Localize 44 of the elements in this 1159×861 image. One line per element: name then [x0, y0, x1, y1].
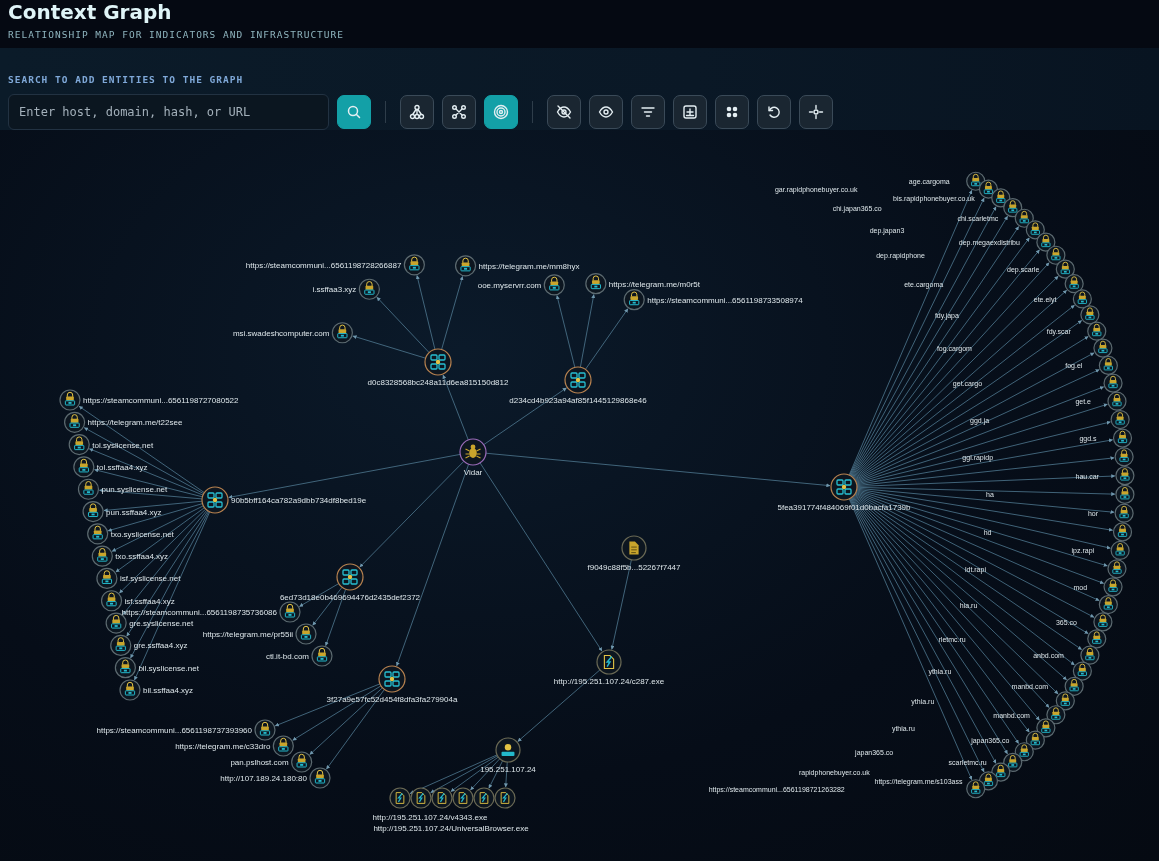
node-label: isf.syslicense.net [119, 574, 181, 584]
node-label: https://steamcommuni...6561198728266887 [245, 260, 402, 270]
node-label: tol.ssffaa4.xyz [96, 462, 148, 472]
node-label: https://telegram.me/mm8hyx [478, 261, 580, 271]
node-label: i.ssffaa3.xyz [312, 285, 357, 295]
node-label: https://telegram.me/pr55ii [202, 630, 293, 639]
node-label: msi.swadeshcomputer.com [232, 328, 330, 338]
node-label: https://steamcommuni...6561198735736086 [121, 608, 277, 617]
node-label: Vidar [463, 468, 483, 477]
node-label: https://steamcommuni...6561198733508974 [647, 295, 803, 305]
node-label: https://telegram.me/m0r5t [608, 279, 700, 289]
node-label: bil.ssffaa4.xyz [143, 686, 194, 695]
search-field[interactable]: Enter host, domain, hash, or URL [8, 94, 329, 130]
node-label: https://steamcommuni...6561198737393960 [96, 726, 252, 735]
node-label: bil.syslicense.net [138, 663, 199, 673]
node-label: ooe.myservrr.com [477, 280, 542, 290]
node-label: https://telegram.me/c33dro [175, 742, 271, 751]
node-label: http://195.251.107.24/UniversalBrowser.exe [373, 824, 529, 833]
node-label: 90b5bff164ca782a9dbb734df8bed19e [231, 496, 367, 505]
node-label: gre.syslicense.net [129, 619, 194, 629]
node-label: d0c8328568bc248a11d6ea815150d812 [367, 378, 509, 387]
node-label: https://steamcommuni...6561198727080522 [83, 396, 239, 405]
node-label: pan.pslhost.com [230, 758, 289, 767]
node-label: f9049c88f5b...52267f7447 [587, 563, 681, 572]
node-label: https://telegram.me/t22see [87, 418, 183, 428]
node-label: 3f27a9e57fc52d454f8dfa3fa279904a [326, 695, 458, 704]
node-label: http://195.251.107.24/c287.exe [553, 677, 665, 686]
node-label: 195.251.107.24 [480, 765, 536, 774]
node-label: isf.ssffaa4.xyz [124, 596, 175, 606]
node-label: pun.ssffaa4.xyz [106, 507, 162, 517]
search-label: SEARCH TO ADD ENTITIES TO THE GRAPH [8, 74, 244, 85]
node-label: http://195.251.107.24/v4343.exe [372, 813, 488, 822]
node-label: 6ed73d18e0b469694476d2435def2372 [279, 593, 421, 602]
node-label: pun.syslicense.net [101, 485, 168, 495]
node-label: tol.syslicense.net [92, 440, 154, 450]
page-subtitle: RELATIONSHIP MAP FOR INDICATORS AND INFRASTRUCTURE [8, 29, 344, 40]
node-label: 5fea391774f484069f01d0bacfa1739b [777, 503, 911, 512]
node-label: txo.ssffaa4.xyz [115, 552, 169, 562]
node-label: ctl.it-bd.com [265, 652, 309, 661]
node-label: gre.ssffaa4.xyz [133, 641, 188, 651]
node-label: txo.syslicense.net [110, 529, 174, 539]
page-title: Context Graph [8, 0, 172, 24]
node-label: http://107.189.24.180:80 [220, 774, 307, 783]
node-label: d234cd4b923a94af85f1445129868e46 [509, 396, 647, 405]
